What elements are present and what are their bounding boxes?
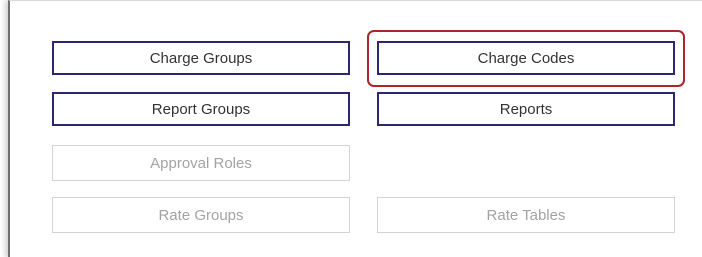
- rate-tables-button: Rate Tables: [377, 197, 675, 233]
- approval-roles-button: Approval Roles: [52, 145, 350, 181]
- rate-groups-button: Rate Groups: [52, 197, 350, 233]
- reports-button[interactable]: Reports: [377, 92, 675, 126]
- charge-codes-button[interactable]: Charge Codes: [377, 41, 675, 75]
- report-groups-button[interactable]: Report Groups: [52, 92, 350, 126]
- charge-groups-button[interactable]: Charge Groups: [52, 41, 350, 75]
